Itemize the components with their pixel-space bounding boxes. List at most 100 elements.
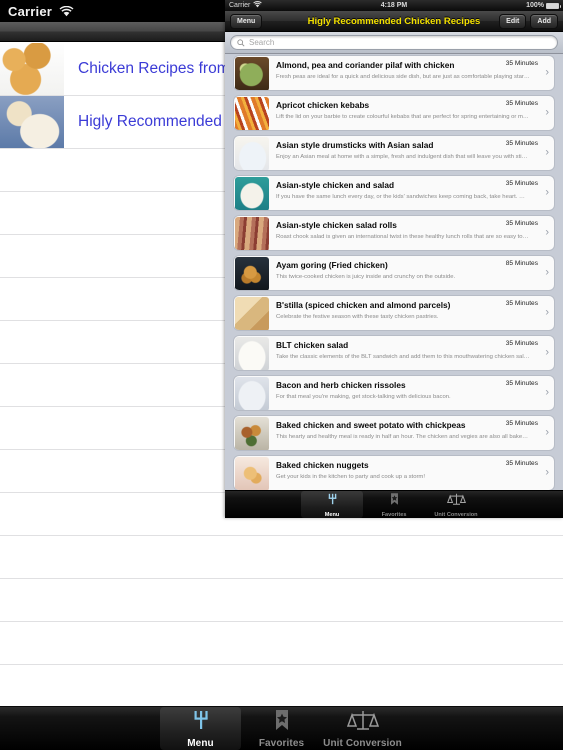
add-button[interactable]: Add (530, 13, 558, 29)
recipe-description: Take the classic elements of the BLT san… (276, 354, 532, 360)
recipe-description: Celebrate the festive season with these … (276, 314, 439, 320)
chevron-right-icon: › (545, 106, 549, 119)
sim-status-bar: Carrier 4:18 PM 100% (225, 0, 563, 11)
sim-tab-menu-label: Menu (324, 511, 340, 518)
star-bookmark-icon (387, 492, 402, 511)
recipe-title: B'stilla (spiced chicken and almond parc… (276, 300, 451, 310)
edit-button[interactable]: Edit (499, 13, 527, 29)
search-input[interactable]: Search (230, 35, 558, 50)
recipe-title: Asian-style chicken and salad (276, 180, 395, 190)
recipe-description: Lift the lid on your barbie to create co… (276, 114, 538, 120)
list-item-empty[interactable] (0, 622, 563, 665)
recipe-time: 85 Minutes (505, 260, 538, 267)
baked-chickpeas-thumb (235, 417, 269, 450)
recipe-time: 35 Minutes (505, 380, 538, 387)
recipe-description: This twice-cooked chicken is juicy insid… (276, 274, 456, 280)
sim-tab-unit-conversion-label: Unit Conversion (434, 511, 478, 518)
chevron-right-icon: › (545, 146, 549, 159)
salad-rolls-thumb (235, 217, 269, 250)
chevron-right-icon: › (545, 466, 549, 479)
chicken-plate-thumb (0, 96, 64, 148)
fork-icon (188, 708, 214, 737)
chevron-right-icon: › (545, 306, 549, 319)
tab-favorites-label: Favorites (258, 738, 305, 749)
recipe-time: 35 Minutes (505, 420, 538, 427)
table-row[interactable]: Almond, pea and coriander pilaf with chi… (233, 55, 555, 91)
list-item-empty[interactable] (0, 536, 563, 579)
sim-tab-bar[interactable]: Menu Favorites Unit Conversion (225, 490, 563, 518)
chevron-right-icon: › (545, 186, 549, 199)
host-tab-bar[interactable]: Menu Favorites Unit Conversion (0, 706, 563, 750)
recipe-title: Asian-style chicken salad rolls (276, 220, 397, 230)
table-row[interactable]: Baked chicken nuggets 35 Minutes Get you… (233, 455, 555, 490)
table-row[interactable]: Ayam goring (Fried chicken) 85 Minutes T… (233, 255, 555, 291)
chevron-right-icon: › (545, 346, 549, 359)
chevron-right-icon: › (545, 426, 549, 439)
scales-icon (446, 492, 466, 511)
recipe-time: 35 Minutes (505, 140, 538, 147)
chicken-salad-thumb (235, 177, 269, 210)
star-bookmark-icon (269, 708, 295, 737)
search-placeholder: Search (249, 38, 275, 47)
recipe-time: 35 Minutes (505, 300, 538, 307)
sim-tab-menu[interactable]: Menu (301, 491, 363, 518)
recipe-title: Ayam goring (Fried chicken) (276, 260, 388, 270)
recipe-description: If you have the same lunch every day, or… (276, 194, 538, 200)
ayam-goring-thumb (235, 257, 269, 290)
back-button-menu[interactable]: Menu (230, 13, 263, 29)
host-carrier-label: Carrier (8, 3, 53, 19)
drumsticks-thumb (235, 137, 269, 170)
sim-tab-unit-conversion[interactable]: Unit Conversion (425, 491, 487, 518)
sim-tab-favorites[interactable]: Favorites (363, 491, 425, 518)
table-row[interactable]: Asian style drumsticks with Asian salad … (233, 135, 555, 171)
table-row[interactable]: Asian-style chicken and salad 35 Minutes… (233, 175, 555, 211)
chevron-right-icon: › (545, 386, 549, 399)
fried-chicken-thumb (0, 43, 64, 95)
tab-menu[interactable]: Menu (160, 707, 241, 750)
chevron-right-icon: › (545, 66, 549, 79)
table-row[interactable]: BLT chicken salad 35 Minutes Take the cl… (233, 335, 555, 371)
tab-favorites[interactable]: Favorites (241, 707, 322, 750)
simulator-window: Carrier 4:18 PM 100% Menu Higly Recommen… (225, 0, 563, 518)
recipe-time: 35 Minutes (505, 100, 538, 107)
recipe-list[interactable]: Almond, pea and coriander pilaf with chi… (225, 55, 563, 490)
table-row[interactable]: B'stilla (spiced chicken and almond parc… (233, 295, 555, 331)
recipe-title: Apricot chicken kebabs (276, 100, 370, 110)
recipe-description: Fresh peas are ideal for a quick and del… (276, 74, 538, 80)
wifi-icon (59, 5, 74, 17)
recipe-title: Baked chicken nuggets (276, 460, 369, 470)
sim-nav-bar: Menu Higly Recommended Chicken Recipes E… (225, 11, 563, 32)
recipe-time: 35 Minutes (505, 340, 538, 347)
recipe-title: Bacon and herb chicken rissoles (276, 380, 406, 390)
sim-tab-favorites-label: Favorites (381, 511, 407, 518)
table-row[interactable]: Apricot chicken kebabs 35 Minutes Lift t… (233, 95, 555, 131)
recipe-time: 35 Minutes (505, 460, 538, 467)
battery-full-icon (546, 2, 561, 9)
blt-salad-thumb (235, 337, 269, 370)
recipe-description: Enjoy an Asian meal at home with a simpl… (276, 154, 538, 160)
table-row[interactable]: Bacon and herb chicken rissoles 35 Minut… (233, 375, 555, 411)
search-bar: Search (225, 32, 563, 54)
sim-clock: 4:18 PM (380, 2, 408, 9)
recipe-time: 35 Minutes (505, 180, 538, 187)
tab-menu-label: Menu (187, 738, 214, 749)
pilaf-bowl-thumb (235, 57, 269, 90)
recipe-description: Get your kids in the kitchen to party an… (276, 474, 425, 480)
chevron-right-icon: › (545, 226, 549, 239)
scales-icon (346, 708, 379, 737)
tab-unit-conversion[interactable]: Unit Conversion (322, 707, 403, 750)
chevron-right-icon: › (545, 266, 549, 279)
recipe-title: Baked chicken and sweet potato with chic… (276, 420, 466, 430)
recipe-time: 35 Minutes (505, 60, 538, 67)
table-row[interactable]: Asian-style chicken salad rolls 35 Minut… (233, 215, 555, 251)
recipe-title: Almond, pea and coriander pilaf with chi… (276, 60, 455, 70)
kebabs-thumb (235, 97, 269, 130)
tab-unit-conversion-label: Unit Conversion (323, 738, 402, 749)
bstilla-thumb (235, 297, 269, 330)
list-item-empty[interactable] (0, 579, 563, 622)
search-icon (237, 34, 245, 52)
fork-icon (325, 492, 340, 511)
recipe-description: This hearty and healthy meal is ready in… (276, 434, 538, 440)
nuggets-thumb (235, 457, 269, 490)
table-row[interactable]: Baked chicken and sweet potato with chic… (233, 415, 555, 451)
